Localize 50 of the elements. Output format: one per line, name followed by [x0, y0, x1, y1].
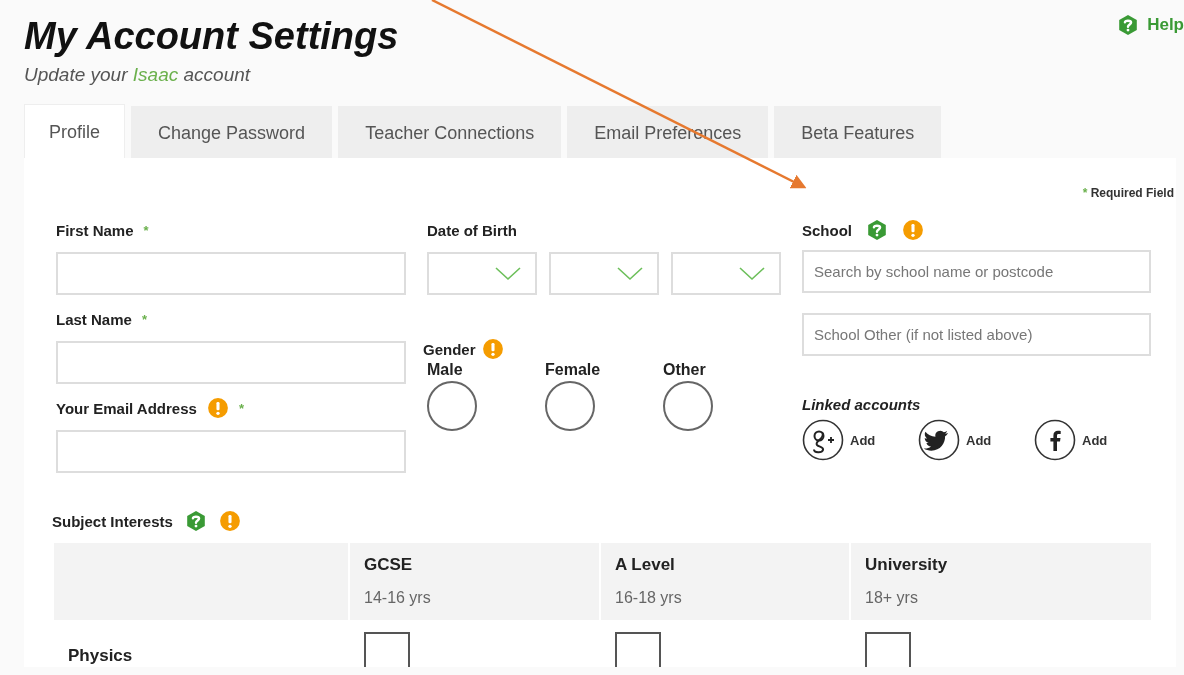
input-field[interactable] [56, 252, 406, 295]
column-title: A Level [615, 555, 676, 575]
checkbox[interactable] [364, 632, 410, 667]
chevron-icon [617, 266, 643, 281]
input-field[interactable]: Search by school name or postcode [802, 250, 1151, 293]
required-field-note: * Required Field [1082, 186, 1174, 200]
radio-button[interactable] [663, 381, 713, 431]
radio-label: Male [427, 361, 463, 379]
input-field[interactable]: School Other (if not listed above) [802, 313, 1151, 356]
field-label: First Name [56, 221, 134, 239]
tab[interactable]: Profile [24, 104, 126, 158]
field-label: Last Name [56, 310, 132, 328]
chevron-icon [739, 266, 765, 281]
column-subtitle: 14-16 yrs [364, 589, 432, 607]
section-label: Linked accounts [802, 396, 922, 413]
add-link[interactable]: Add [850, 432, 876, 448]
field-label: Your Email Address [56, 399, 197, 417]
field-label: School [802, 221, 852, 239]
field-label: Date of Birth [427, 221, 517, 239]
section-label: Subject Interests [52, 512, 173, 530]
add-link[interactable]: Add [966, 432, 992, 448]
f-letter-icon[interactable] [1034, 419, 1076, 461]
radio-button[interactable] [427, 381, 477, 431]
bird-icon[interactable] [918, 419, 960, 461]
column-title: GCSE [364, 555, 414, 575]
tab[interactable]: Change Password [131, 106, 333, 158]
tab[interactable]: Beta Features [774, 106, 942, 158]
checkbox[interactable] [865, 632, 911, 667]
page-subtitle: Update your Isaac account [24, 64, 251, 86]
radio-button[interactable] [545, 381, 595, 431]
required-asterisk: * [141, 311, 147, 327]
column-subtitle: 16-18 yrs [615, 589, 683, 607]
g-plus-icon[interactable] [802, 419, 844, 461]
radio-label: Other [663, 361, 706, 379]
chevron-icon [495, 266, 521, 281]
help-icon [1117, 14, 1140, 36]
column-title: University [865, 555, 949, 575]
tab[interactable]: Teacher Connections [338, 106, 562, 158]
checkbox[interactable] [615, 632, 661, 667]
page-title: My Account Settings [24, 14, 399, 59]
radio-label: Female [545, 361, 601, 379]
input-field[interactable] [56, 430, 406, 473]
input-field[interactable] [56, 341, 406, 384]
field-label: Gender [423, 340, 476, 358]
row-label: Physics [67, 645, 134, 667]
add-link[interactable]: Add [1082, 432, 1108, 448]
required-asterisk: * [143, 222, 149, 238]
help-link[interactable]: Help [1117, 14, 1184, 36]
column-subtitle: 18+ yrs [865, 589, 919, 607]
required-asterisk: * [238, 400, 244, 416]
